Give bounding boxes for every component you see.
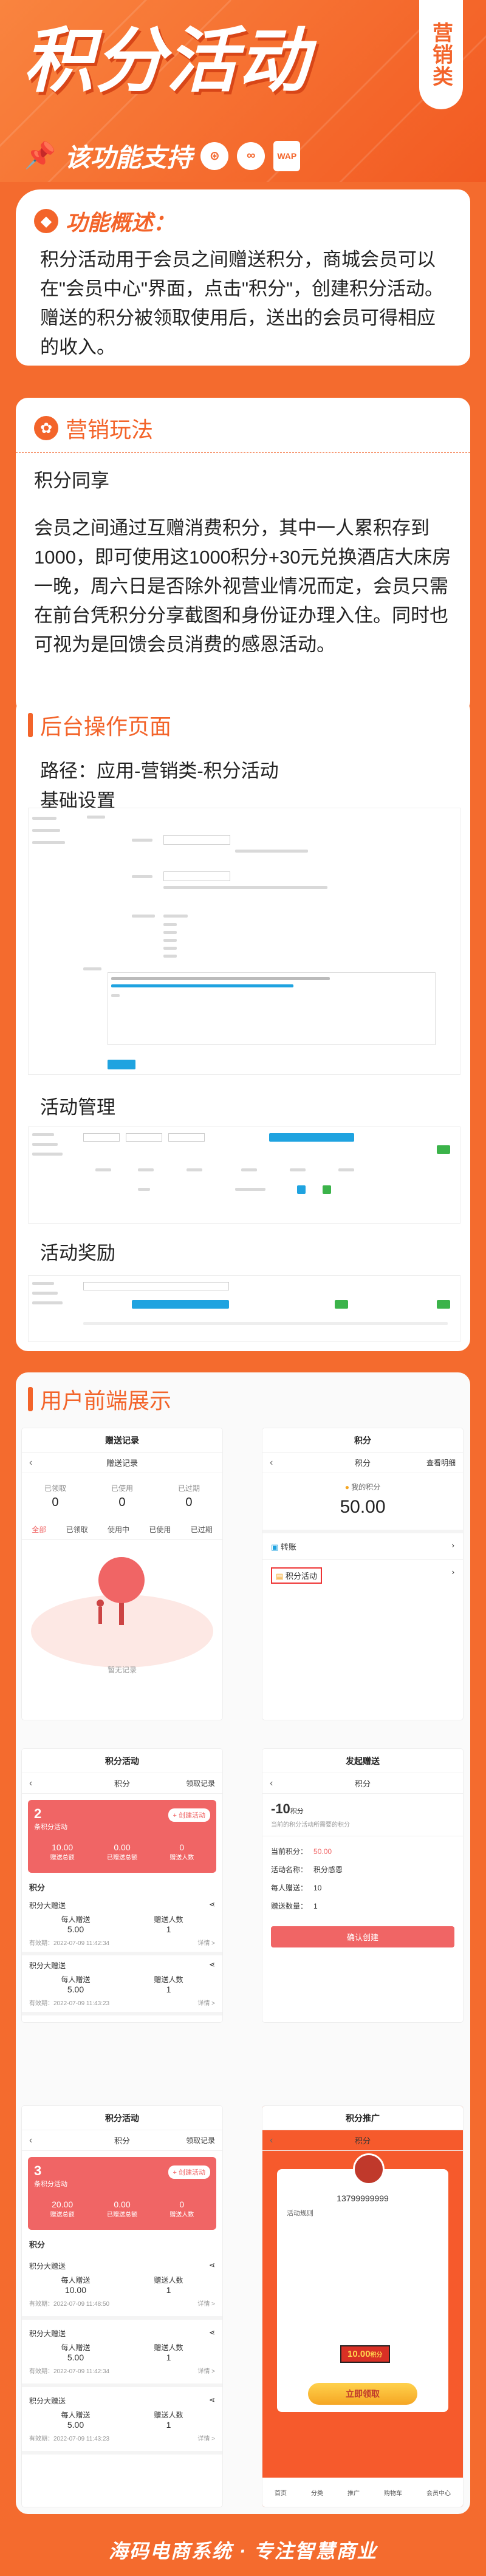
phone-activity-list: 积分活动 ‹ 积分 领取记录 2 条积分活动 + 创建活动 10.00 赠送总额 0.… <box>22 1749 222 2022</box>
tab-used[interactable]: 已使用 <box>149 1524 171 1535</box>
overview-text: 积分活动用于会员之间赠送积分，商城会员可以在"会员中心"界面，点击"积分"，创建… <box>40 249 444 358</box>
phone-points-promo: 积分推广 ‹ 积分 13799999999 活动规则 10.00积分 立即领取 首… <box>262 2106 463 2507</box>
activity-reward-label: 活动奖励 <box>40 1242 115 1264</box>
create-activity-button[interactable]: + 创建活动 <box>168 2165 210 2179</box>
basic-settings-screenshot <box>28 808 460 1075</box>
miniprogram-icon: ⊛ <box>200 141 229 170</box>
share-icon[interactable]: ⋖ <box>209 2328 215 2339</box>
back-icon[interactable]: ‹ <box>29 1778 32 1789</box>
list-item[interactable]: 积分大赠送 ⋖ 每人赠送 5.00 赠送人数 1 有效期：2022-07-09 11:4… <box>22 1895 222 1955</box>
nav-cart[interactable]: 购物车 <box>384 2488 402 2497</box>
gift-icon: ▤ <box>276 1572 284 1581</box>
points-activity-row[interactable]: ▤ 积分活动 › <box>262 1560 463 1591</box>
page-title: 积分活动 <box>23 21 310 100</box>
wap-icon: WAP <box>273 140 301 171</box>
footer-slogan: 海码电商系统 · 专注智慧商业 <box>108 2540 378 2562</box>
empty-tree-illustration <box>31 1557 213 1668</box>
diamond-icon: ◆ <box>34 209 58 233</box>
backend-heading: 后台操作页面 <box>28 709 458 741</box>
phone-activity-list-2: 积分活动 ‹ 积分 领取记录 3 条积分活动 + 创建活动 20.00 赠送总额 0.… <box>22 2106 222 2507</box>
coin-icon: ● <box>344 1483 349 1491</box>
points-value: 50.00 <box>340 1497 386 1517</box>
create-activity-button[interactable]: + 创建活动 <box>168 1808 210 1822</box>
marketing-panel: ✿ 营销玩法 积分同享 会员之间通过互赠消费积分，其中一人累积存到1000，即可… <box>16 398 470 714</box>
link-icon: ∞ <box>237 141 265 170</box>
marketing-text: 会员之间通过互赠消费积分，其中一人累积存到1000，即可使用这1000积分+30… <box>34 517 451 655</box>
activity-summary-card: 3 条积分活动 + 创建活动 20.00 赠送总额 0.00 已赠送总额 0 赠送人数 <box>28 2157 216 2230</box>
list-item[interactable]: 积分大赠送 ⋖ 每人赠送 10.00 赠送人数 1 有效期：2022-07-09 11:… <box>22 2252 222 2320</box>
nav-promo[interactable]: 推广 <box>347 2488 360 2497</box>
activity-manage-label: 活动管理 <box>40 1097 115 1118</box>
list-item[interactable]: 积分大赠送 ⋖ 每人赠送 5.00 赠送人数 1 有效期：2022-07-09 11:4… <box>22 2387 222 2455</box>
claim-records-link[interactable]: 领取记录 <box>186 2135 215 2145</box>
claim-records-link[interactable]: 领取记录 <box>186 1778 215 1788</box>
phone-create-gift: 发起赠送 ‹ 积分 -10积分 当前的积分活动所需要的积分 当前积分： 50.00 … <box>262 1749 463 2022</box>
confirm-create-button[interactable]: 确认创建 <box>271 1926 454 1947</box>
category-tag: 营销类 <box>419 0 463 109</box>
back-icon[interactable]: ‹ <box>270 1457 273 1468</box>
nav-home[interactable]: 首页 <box>275 2488 287 2497</box>
transfer-icon: ▣ <box>271 1542 279 1552</box>
marketing-heading: ✿ 营销玩法 <box>34 412 452 444</box>
bottom-nav: 首页 分类 推广 购物车 会员中心 <box>262 2478 463 2507</box>
avatar <box>353 2153 385 2185</box>
share-icon[interactable]: ⋖ <box>209 2261 215 2271</box>
tab-expired[interactable]: 已过期 <box>191 1524 213 1535</box>
overview-heading: ◆ 功能概述： <box>34 205 452 237</box>
phone-gift-records: 赠送记录 ‹ 赠送记录 已领取 0 已使用 0 已过期 0 全部 已领取 使用中 已使用… <box>22 1428 222 1720</box>
backend-path: 路径：应用-营销类-积分活动 <box>40 760 279 782</box>
transfer-row[interactable]: ▣ 转账 › <box>262 1533 463 1560</box>
platform-support: 📌 该功能支持 ⊛ ∞ WAP <box>24 137 301 174</box>
frontend-heading: 用户前端展示 <box>28 1383 458 1415</box>
back-icon[interactable]: ‹ <box>29 2135 32 2146</box>
nav-category[interactable]: 分类 <box>311 2488 323 2497</box>
pin-icon: 📌 <box>24 141 56 169</box>
share-icon[interactable]: ⋖ <box>209 1900 215 1910</box>
tab-received[interactable]: 已领取 <box>66 1524 88 1535</box>
activity-summary-card: 2 条积分活动 + 创建活动 10.00 赠送总额 0.00 已赠送总额 0 赠送人数 <box>28 1800 216 1873</box>
activity-manage-screenshot <box>28 1126 460 1224</box>
back-icon[interactable]: ‹ <box>29 1457 32 1468</box>
tab-in-use[interactable]: 使用中 <box>108 1524 129 1535</box>
support-label: 该功能支持 <box>64 143 193 172</box>
back-icon[interactable]: ‹ <box>270 1778 273 1789</box>
view-detail-link[interactable]: 查看明细 <box>426 1457 456 1468</box>
promo-card: 13799999999 活动规则 10.00积分 <box>277 2153 448 2412</box>
share-icon[interactable]: ⋖ <box>209 1960 215 1971</box>
list-item[interactable]: 积分大赠送 ⋖ 每人赠送 5.00 赠送人数 1 有效期：2022-07-09 11:4… <box>22 1955 222 2015</box>
activity-reward-screenshot <box>28 1275 460 1342</box>
tab-all[interactable]: 全部 <box>32 1524 46 1535</box>
gear-icon: ✿ <box>34 416 58 440</box>
list-item[interactable]: 积分大赠送 ⋖ 每人赠送 5.00 赠送人数 1 有效期：2022-07-09 11:4… <box>22 2320 222 2387</box>
claim-now-button[interactable]: 立即领取 <box>308 2383 417 2405</box>
back-icon[interactable]: ‹ <box>270 2135 273 2146</box>
overview-panel: ◆ 功能概述： 积分活动用于会员之间赠送积分，商城会员可以在"会员中心"界面，点… <box>16 189 470 366</box>
marketing-subtitle: 积分同享 <box>34 470 109 491</box>
share-icon[interactable]: ⋖ <box>209 2396 215 2406</box>
phone-points: 积分 ‹ 积分 查看明细 ● 我的积分 50.00 ▣ 转账 › ▤ 积分活动 › <box>262 1428 463 1720</box>
nav-member[interactable]: 会员中心 <box>426 2488 451 2497</box>
